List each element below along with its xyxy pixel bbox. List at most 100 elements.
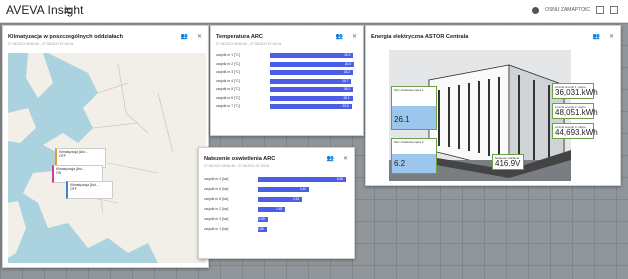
bar-category-label: czujnik nr 1 [°C] bbox=[216, 53, 240, 57]
edit-icon[interactable] bbox=[596, 6, 604, 14]
bar-category-label: czujnik nr 6 [°C] bbox=[216, 95, 240, 100]
bar-value-label: 26.1 bbox=[343, 95, 350, 100]
bar-value-label: 1.82 bbox=[276, 207, 283, 211]
bar-row: czujnik nr 2 [lux] 1.82 bbox=[199, 207, 354, 213]
popup-state: OFF bbox=[59, 154, 66, 158]
bar[interactable]: 26.2 bbox=[270, 70, 354, 75]
info-title: Moc chwilowa piętra 1 bbox=[394, 88, 424, 92]
top-bar: AVEVA Insight OSNU ZAMAPTOIC bbox=[0, 0, 628, 23]
bar[interactable]: 26.1 bbox=[270, 95, 353, 101]
bar-category-label: czujnik nr 7 [°C] bbox=[216, 104, 240, 108]
people-icon[interactable]: 👥 bbox=[326, 155, 333, 162]
bar-category-label: czujnik nr 6 [lux] bbox=[204, 197, 229, 201]
energy-info-box[interactable]: Moc chwilowa piętra 1 26.1 bbox=[391, 86, 437, 130]
info-value: 416.9V bbox=[495, 159, 521, 168]
bar-row: czujnik nr 3 [lux] 0.65 bbox=[199, 217, 354, 223]
energy-info-box[interactable]: Napięcie zasilania 416.9V bbox=[492, 154, 524, 170]
bar-category-label: czujnik nr 4 [°C] bbox=[216, 78, 240, 83]
popup-state: ON bbox=[56, 171, 62, 175]
bar-value-label: 5.86 bbox=[336, 177, 343, 181]
close-icon[interactable]: ✕ bbox=[609, 33, 614, 40]
bar[interactable]: 1.82 bbox=[258, 207, 286, 212]
panel-title: Energia elektryczna ASTOR Centrala bbox=[371, 34, 469, 40]
bar[interactable]: 26.3 bbox=[270, 53, 354, 58]
bar-category-label: czujnik nr 2 [lux] bbox=[204, 207, 229, 211]
close-icon[interactable]: ✕ bbox=[197, 33, 202, 40]
panel-title: Natezenie oswietlenia ARC bbox=[204, 156, 276, 162]
info-title: Moc chwilowa piętra 2 bbox=[394, 140, 424, 144]
bar-value-label: 3.40 bbox=[299, 187, 307, 191]
bar[interactable]: 26.5 bbox=[270, 61, 354, 67]
popup-state: OFF bbox=[70, 187, 77, 191]
bar[interactable]: 26.2 bbox=[270, 87, 354, 92]
bar-row: czujnik nr 5 [lux] 3.40 bbox=[199, 187, 354, 193]
bar[interactable]: 3.40 bbox=[258, 187, 310, 192]
people-icon[interactable]: 👥 bbox=[180, 33, 187, 40]
people-icon[interactable] bbox=[64, 7, 72, 13]
bar-row: czujnik nr 3 [°C] 26.2 bbox=[211, 70, 363, 76]
energy-info-box[interactable]: Licznik energii 1. piętro 36,031.kWh bbox=[552, 83, 598, 99]
energy-info-box[interactable]: Moc chwilowa piętra 2 6.2 bbox=[391, 138, 437, 174]
bar[interactable]: 0.58 bbox=[257, 227, 267, 232]
bar[interactable]: 0.65 bbox=[258, 217, 268, 222]
energy-info-box[interactable]: Licznik energii 2. piętro 48,051.kWh bbox=[552, 103, 598, 119]
bar-row: czujnik nr 1 [°C] 26.3 bbox=[211, 53, 363, 59]
panel-subtitle: 27.08.2021 09:40:49 - 27.08.2021 07:40:0… bbox=[204, 164, 270, 168]
bar-row: czujnik nr 6 [°C] 26.1 bbox=[211, 95, 363, 102]
energy-info-box[interactable]: Licznik energii 3. piętro 44,693.kWh bbox=[552, 123, 598, 139]
close-icon[interactable]: ✕ bbox=[343, 155, 348, 162]
info-value: 6.2 bbox=[394, 159, 406, 168]
info-value: 36,031.kWh bbox=[555, 88, 598, 97]
info-value: 26.1 bbox=[394, 115, 410, 124]
bar-row: czujnik nr 4 [°C] 25.7 bbox=[211, 78, 363, 85]
top-right-label[interactable]: OSNU ZAMAPTOIC bbox=[545, 7, 590, 13]
temperature-panel: Temperatura ARC 27.08.2021 09:40:49 - 27… bbox=[210, 25, 364, 136]
bar-category-label: czujnik nr 4 [lux] bbox=[204, 177, 229, 181]
bar-row: czujnik nr 7 [°C] 25.8 bbox=[211, 104, 363, 110]
bar-value-label: 26.5 bbox=[344, 61, 351, 66]
bar-category-label: czujnik nr 2 [°C] bbox=[216, 61, 240, 66]
bar-row: czujnik nr 5 [°C] 26.2 bbox=[211, 87, 363, 93]
bar-value-label: 2.94 bbox=[292, 197, 300, 201]
map-panel: Klimatyzacja w poszczególnych oddziałach… bbox=[2, 25, 209, 268]
bar-category-label: czujnik nr 5 [lux] bbox=[204, 187, 229, 191]
bar[interactable]: 25.8 bbox=[270, 104, 352, 109]
close-icon[interactable]: ✕ bbox=[352, 33, 357, 40]
info-value: 44,693.kWh bbox=[555, 128, 598, 137]
bar-row: czujnik nr 1 [lux] 0.58 bbox=[199, 227, 354, 233]
settings-icon[interactable] bbox=[610, 6, 618, 14]
bar-category-label: czujnik nr 3 [lux] bbox=[204, 217, 229, 221]
bar-row: czujnik nr 2 [°C] 26.5 bbox=[211, 61, 363, 68]
bar-value-label: 0.58 bbox=[257, 227, 264, 231]
light-panel: Natezenie oswietlenia ARC 27.08.2021 09:… bbox=[198, 147, 355, 259]
bar[interactable]: 5.86 bbox=[258, 177, 346, 182]
bar-row: czujnik nr 4 [lux] 5.86 bbox=[199, 177, 354, 183]
people-icon[interactable]: 👥 bbox=[592, 33, 599, 40]
bar-category-label: czujnik nr 5 [°C] bbox=[216, 87, 240, 91]
europe-map[interactable]: Klimatyzacja [Ast... OFF Klimatyzacja [A… bbox=[8, 53, 206, 263]
bar-value-label: 26.2 bbox=[343, 70, 351, 74]
panel-subtitle: 27.08.2021 09:40:49 - 27.08.2021 07:40:0… bbox=[8, 42, 74, 46]
toggle-icon[interactable] bbox=[532, 6, 540, 14]
bar-value-label: 26.2 bbox=[343, 87, 351, 91]
bar-category-label: czujnik nr 3 [°C] bbox=[216, 70, 240, 74]
panel-title: Temperatura ARC bbox=[216, 34, 263, 40]
bar-value-label: 0.65 bbox=[258, 217, 265, 221]
light-chart: czujnik nr 4 [lux] 5.86 czujnik nr 5 [lux]… bbox=[199, 177, 354, 257]
people-icon[interactable]: 👥 bbox=[335, 33, 342, 40]
panel-subtitle: 27.08.2021 09:40:49 - 27.08.2021 07:40:0… bbox=[216, 42, 282, 46]
bar-row: czujnik nr 6 [lux] 2.94 bbox=[199, 197, 354, 203]
top-right-controls: OSNU ZAMAPTOIC bbox=[532, 6, 618, 14]
bar-value-label: 25.7 bbox=[342, 78, 349, 83]
map-land-icon bbox=[8, 53, 206, 263]
info-value: 48,051.kWh bbox=[555, 108, 598, 117]
bar-value-label: 25.8 bbox=[342, 104, 349, 108]
bar[interactable]: 25.7 bbox=[270, 78, 352, 84]
bar-category-label: czujnik nr 1 [lux] bbox=[204, 227, 229, 231]
bar[interactable]: 2.94 bbox=[258, 197, 303, 202]
panel-title: Klimatyzacja w poszczególnych oddziałach bbox=[8, 34, 124, 40]
temperature-chart: czujnik nr 1 [°C] 26.3 czujnik nr 2 [°C] 26… bbox=[211, 53, 363, 133]
map-popup[interactable]: Klimatyzacja [Ast... OFF bbox=[66, 181, 113, 199]
bar-value-label: 26.3 bbox=[344, 53, 351, 57]
energy-panel: Energia elektryczna ASTOR Centrala 👥 ✕ Mo… bbox=[365, 25, 621, 186]
